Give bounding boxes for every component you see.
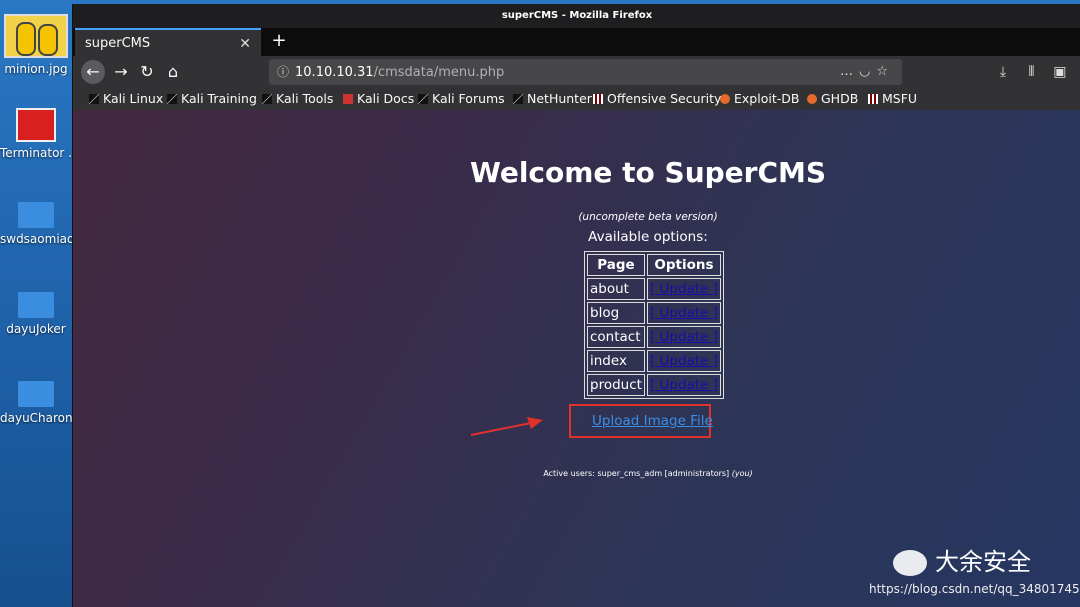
watermark-brand: 大余安全	[893, 542, 1031, 577]
table-row: product [ Update ]	[587, 374, 721, 396]
ghdb-icon	[807, 94, 817, 104]
desktop-icon-terminator[interactable]: Terminator ...	[0, 108, 72, 160]
desktop-icon-swdsaomiao[interactable]: swdsaomiao	[0, 202, 72, 246]
folder-icon	[18, 202, 54, 228]
url-bar[interactable]: ⓘ 10.10.10.31/cmsdata/menu.php …◡☆	[269, 59, 902, 85]
pocket-icon[interactable]: ◡	[859, 64, 876, 79]
bookmark-kali-tools[interactable]: Kali Tools	[262, 88, 333, 110]
bookmark-nethunter[interactable]: NetHunter	[513, 88, 592, 110]
page-name: index	[587, 350, 645, 372]
update-blog-link[interactable]: [ Update ]	[650, 305, 718, 321]
sidebar-icon[interactable]: ▣	[1048, 60, 1072, 84]
desktop-icon-dayucharon[interactable]: dayuCharon	[0, 381, 72, 425]
bookmark-kali-training[interactable]: Kali Training	[167, 88, 257, 110]
bookmark-star-icon[interactable]: ☆	[876, 64, 894, 79]
offsec-icon	[593, 94, 603, 104]
column-header-page: Page	[587, 254, 645, 276]
site-info-icon[interactable]: ⓘ	[277, 65, 289, 79]
url-path: /cmsdata/menu.php	[373, 65, 505, 80]
desktop-icon-dayujoker[interactable]: dayuJoker	[0, 292, 72, 336]
tab-supercms[interactable]: superCMS ✕	[75, 28, 261, 56]
reload-icon[interactable]: ↻	[135, 60, 159, 84]
desktop-icon-label: dayuCharon	[0, 411, 72, 425]
column-header-options: Options	[646, 254, 721, 276]
table-header-row: Page Options	[587, 254, 721, 276]
desktop-icon-label: dayuJoker	[6, 322, 66, 336]
page-title: Welcome to SuperCMS	[469, 156, 827, 189]
page-viewport: Welcome to SuperCMS (uncomplete beta ver…	[73, 110, 1080, 607]
bookmark-kali-forums[interactable]: Kali Forums	[418, 88, 505, 110]
bookmark-msfu[interactable]: MSFU	[868, 88, 917, 110]
kali-dragon-icon	[167, 94, 177, 104]
available-options-label: Available options:	[588, 229, 708, 245]
wechat-icon	[893, 550, 927, 576]
table-row: about [ Update ]	[587, 278, 721, 300]
back-icon[interactable]: ←	[81, 60, 105, 84]
desktop-icon-label: Terminator ...	[0, 146, 72, 160]
watermark-url: https://blog.csdn.net/qq_34801745	[869, 582, 1080, 596]
downloads-icon[interactable]: ⤓	[991, 60, 1015, 84]
update-product-link[interactable]: [ Update ]	[650, 377, 718, 393]
tab-strip: superCMS ✕ +	[73, 28, 1080, 56]
home-icon[interactable]: ⌂	[161, 60, 185, 84]
update-about-link[interactable]: [ Update ]	[650, 281, 718, 297]
desktop-icon-minion[interactable]: minion.jpg	[0, 14, 72, 76]
desktop-icon-label: swdsaomiao	[0, 232, 72, 246]
bookmark-ghdb[interactable]: GHDB	[807, 88, 858, 110]
desktop-icon-label: minion.jpg	[4, 62, 68, 76]
bookmark-kali-docs[interactable]: Kali Docs	[343, 88, 414, 110]
close-tab-icon[interactable]: ✕	[239, 30, 251, 58]
nethunter-icon	[513, 94, 523, 104]
bookmark-offensive-security[interactable]: Offensive Security	[593, 88, 721, 110]
window-title: superCMS - Mozilla Firefox	[73, 4, 1080, 28]
upload-image-file-link[interactable]: Upload Image File	[592, 413, 713, 429]
options-table: Page Options about [ Update ] blog [ Upd…	[584, 251, 724, 399]
page-name: about	[587, 278, 645, 300]
navigation-toolbar: ← → ↻ ⌂ ⓘ 10.10.10.31/cmsdata/menu.php …◡…	[73, 56, 1080, 104]
exploit-db-icon	[720, 94, 730, 104]
folder-icon	[18, 381, 54, 407]
kali-docs-icon	[343, 94, 353, 104]
bookmark-exploit-db[interactable]: Exploit-DB	[720, 88, 799, 110]
bookmarks-toolbar: Kali Linux Kali Training Kali Tools Kali…	[73, 88, 1080, 110]
page-subtitle: (uncomplete beta version)	[578, 211, 718, 223]
url-host: 10.10.10.31	[295, 65, 374, 80]
update-index-link[interactable]: [ Update ]	[650, 353, 718, 369]
kali-dragon-icon	[262, 94, 272, 104]
terminator-app-icon	[16, 108, 56, 142]
kali-dragon-icon	[418, 94, 428, 104]
page-name: product	[587, 374, 645, 396]
forward-icon[interactable]: →	[109, 60, 133, 84]
update-contact-link[interactable]: [ Update ]	[650, 329, 718, 345]
browser-window: superCMS - Mozilla Firefox superCMS ✕ + …	[72, 4, 1080, 607]
library-icon[interactable]: ⫴	[1019, 60, 1043, 84]
msfu-icon	[868, 94, 878, 104]
kali-dragon-icon	[89, 94, 99, 104]
folder-icon	[18, 292, 54, 318]
table-row: blog [ Update ]	[587, 302, 721, 324]
new-tab-icon[interactable]: +	[269, 28, 289, 54]
page-name: blog	[587, 302, 645, 324]
tab-label: superCMS	[85, 36, 151, 51]
page-name: contact	[587, 326, 645, 348]
active-users-text: Active users: super_cms_adm [administrat…	[543, 469, 753, 478]
bookmark-kali-linux[interactable]: Kali Linux	[89, 88, 163, 110]
image-thumbnail-icon	[4, 14, 68, 58]
red-arrow-annotation	[470, 417, 543, 436]
table-row: index [ Update ]	[587, 350, 721, 372]
table-row: contact [ Update ]	[587, 326, 721, 348]
page-actions-icon[interactable]: …	[840, 64, 859, 79]
